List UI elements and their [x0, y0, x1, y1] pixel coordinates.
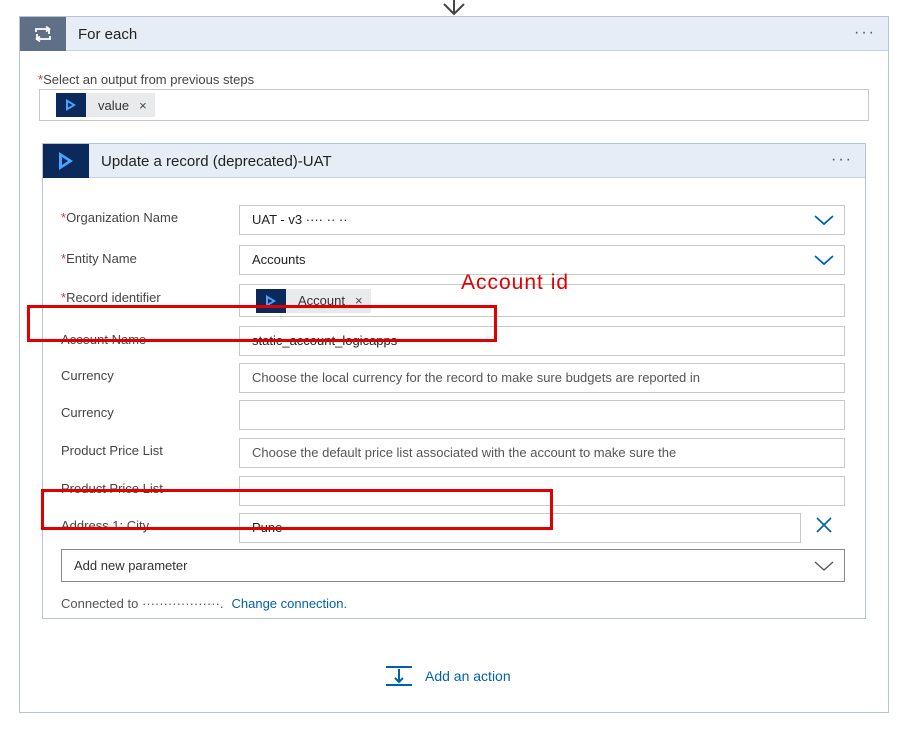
entity-name-label: *Entity Name [61, 251, 137, 266]
dynamics-icon [56, 93, 86, 117]
close-icon[interactable] [815, 516, 833, 534]
annotation-label: Account id [461, 271, 570, 294]
loop-icon [20, 17, 66, 51]
add-new-parameter-dropdown[interactable]: Add new parameter [61, 549, 845, 582]
add-action-label: Add an action [425, 668, 511, 684]
dynamics-icon [43, 144, 89, 178]
update-record-menu-button[interactable]: ··· [831, 152, 853, 168]
remove-token-button[interactable]: × [139, 98, 147, 113]
foreach-header[interactable]: For each ··· [20, 17, 888, 51]
insert-step-icon [386, 666, 412, 686]
value-token[interactable]: value × [56, 93, 155, 117]
product-price-list-label: Product Price List [61, 443, 163, 458]
product-price-list-input[interactable]: Choose the default price list associated… [239, 438, 845, 468]
connection-info: Connected to ··················. Change c… [61, 596, 348, 611]
add-action-button[interactable]: Add an action [385, 664, 511, 688]
select-output-label: *Select an output from previous steps [38, 72, 255, 87]
currency-input[interactable]: Choose the local currency for the record… [239, 363, 845, 393]
update-record-header[interactable]: Update a record (deprecated)-UAT ··· [43, 144, 865, 178]
foreach-card: For each ··· *Select an output from prev… [19, 16, 889, 713]
highlight-box [41, 489, 553, 530]
currency-input[interactable] [239, 400, 845, 430]
update-record-title: Update a record (deprecated)-UAT [101, 153, 332, 170]
output-select-input[interactable]: value × [39, 89, 869, 121]
change-connection-link[interactable]: Change connection. [231, 596, 347, 611]
organization-name-dropdown[interactable]: UAT - v3 ···· ·· ·· [239, 205, 845, 235]
organization-name-label: *Organization Name [61, 210, 179, 225]
currency-label: Currency [61, 405, 114, 420]
record-identifier-label: *Record identifier [61, 290, 161, 305]
foreach-menu-button[interactable]: ··· [854, 25, 876, 41]
currency-label: Currency [61, 368, 114, 383]
foreach-title: For each [78, 26, 138, 43]
update-record-card: Update a record (deprecated)-UAT ··· *Or… [42, 143, 866, 619]
chevron-down-icon [814, 561, 834, 571]
chevron-down-icon [814, 255, 834, 266]
value-token-label: value [98, 97, 130, 113]
chevron-down-icon [814, 215, 834, 226]
highlight-box [27, 305, 497, 342]
